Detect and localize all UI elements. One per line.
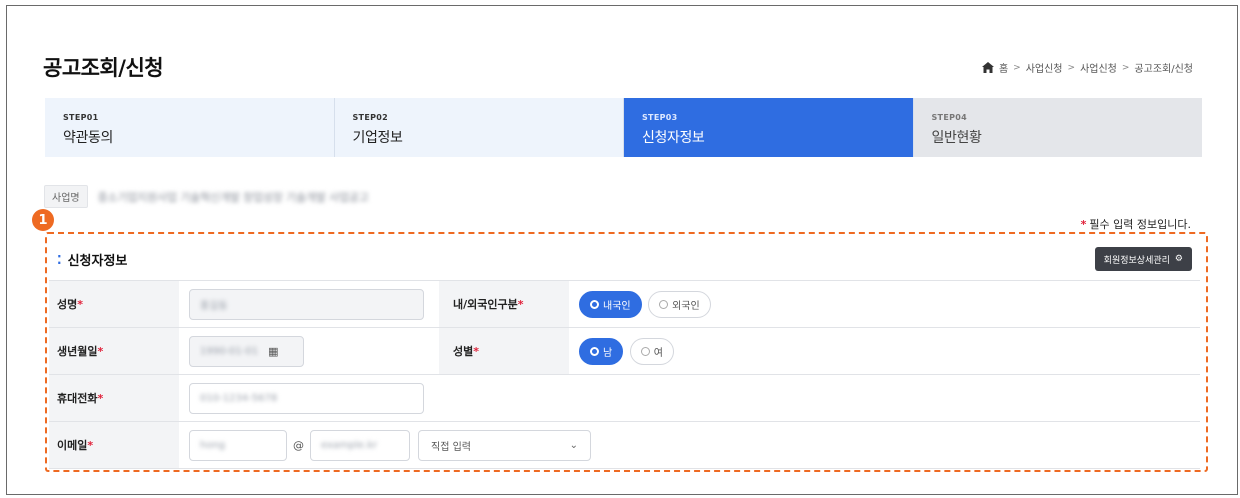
member-info-button[interactable]: 회원정보상세관리 ⚙ [1094, 247, 1192, 271]
required-star-icon: * [87, 439, 94, 452]
radio-dot-icon [640, 346, 650, 356]
name-field[interactable]: 홍길동 [189, 288, 424, 320]
required-star-icon: * [77, 298, 84, 311]
step-3-active: STEP03 신청자정보 [624, 98, 914, 157]
email-id-field[interactable]: hong [189, 429, 287, 461]
required-note-text: 필수 입력 정보입니다. [1089, 218, 1191, 231]
chevron-down-icon: ⌄ [569, 439, 578, 451]
step-label: 약관동의 [63, 130, 113, 146]
breadcrumb-separator: > [1121, 62, 1130, 73]
step-number: STEP02 [352, 113, 388, 122]
radio-domestic[interactable]: 내국인 [579, 290, 642, 318]
breadcrumb-current: 공고조회/신청 [1134, 64, 1193, 75]
radio-dot-icon [590, 346, 599, 356]
required-star-icon: * [1080, 218, 1087, 231]
nationality-cell: 내국인 외국인 [569, 280, 1200, 328]
form-row: 이메일* hong @ example.kr 직접 입력 ⌄ [49, 421, 1200, 469]
email-id-value: hong [200, 439, 226, 451]
name-label: 성명* [49, 280, 179, 328]
gear-icon: ⚙ [1174, 254, 1183, 264]
step-label: 일반현황 [931, 130, 982, 146]
radio-male[interactable]: 남 [579, 337, 624, 365]
name-cell: 홍길동 [179, 280, 439, 328]
step-number: STEP04 [931, 113, 967, 122]
phone-field[interactable]: 010-1234-5678 [189, 382, 424, 414]
section-bullet-icon: ⁚ [57, 252, 62, 267]
applicant-form-highlight: ⁚ 신청자정보 회원정보상세관리 ⚙ 성명* 홍길동 내/외국인구분* 내국인 … [45, 232, 1208, 472]
birth-label: 생년월일* [49, 327, 179, 375]
applicant-form-table: 성명* 홍길동 내/외국인구분* 내국인 외국인 생년월일* 1990-01-0… [49, 280, 1200, 469]
email-cell: hong @ example.kr 직접 입력 ⌄ [179, 421, 1200, 469]
required-note: * 필수 입력 정보입니다. [1081, 216, 1191, 232]
breadcrumb-home[interactable]: 홈 [999, 60, 1008, 75]
required-star-icon: * [97, 392, 104, 405]
window-frame: 공고조회/신청 홈 > 사업신청 > 사업신청 > 공고조회/신청 STEP01… [6, 5, 1238, 495]
name-value: 홍길동 [200, 300, 228, 312]
section-title: 신청자정보 [67, 254, 128, 269]
required-star-icon: * [473, 345, 480, 358]
step-label: 신청자정보 [642, 130, 705, 146]
business-tag: 사업명 [44, 185, 88, 208]
breadcrumb-separator: > [1067, 62, 1076, 73]
birth-value: 1990-01-01 [200, 345, 259, 357]
phone-label: 휴대전화* [49, 374, 179, 422]
form-row: 성명* 홍길동 내/외국인구분* 내국인 외국인 [49, 280, 1200, 328]
radio-female[interactable]: 여 [629, 337, 674, 365]
required-star-icon: * [517, 298, 524, 311]
radio-dot-icon [659, 299, 669, 309]
radio-dot-icon [590, 299, 599, 309]
radio-foreign[interactable]: 외국인 [648, 290, 711, 318]
phone-cell: 010-1234-5678 [179, 374, 439, 422]
step-4: STEP04 일반현황 [913, 98, 1202, 157]
breadcrumb-item[interactable]: 사업신청 [1080, 60, 1117, 75]
birth-cell: 1990-01-01 ▦ [179, 327, 439, 375]
email-label: 이메일* [49, 421, 179, 469]
section-header: ⁚ 신청자정보 [57, 250, 128, 270]
form-row: 휴대전화* 010-1234-5678 [49, 374, 1200, 422]
email-select-value: 직접 입력 [431, 441, 471, 453]
step-progress: STEP01 약관동의 STEP02 기업정보 STEP03 신청자정보 STE… [45, 98, 1202, 157]
step-number: STEP01 [63, 113, 99, 122]
business-name: 중소기업지원사업 기술혁신개발 창업성장 기술개발 사업공고 [97, 190, 369, 204]
required-star-icon: * [97, 345, 104, 358]
callout-badge: 1 [32, 209, 54, 231]
empty-cell [439, 374, 1200, 422]
phone-value: 010-1234-5678 [200, 392, 278, 404]
breadcrumb-item[interactable]: 사업신청 [1026, 60, 1063, 75]
email-domain-select[interactable]: 직접 입력 ⌄ [418, 429, 591, 461]
home-icon[interactable] [981, 62, 994, 73]
step-1: STEP01 약관동의 [45, 98, 335, 157]
nationality-label: 내/외국인구분* [439, 280, 569, 328]
page-title: 공고조회/신청 [43, 56, 164, 80]
email-domain-value: example.kr [321, 439, 378, 451]
step-2: STEP02 기업정보 [334, 98, 624, 157]
gender-label: 성별* [439, 327, 569, 375]
birth-field[interactable]: 1990-01-01 ▦ [189, 335, 304, 367]
gender-cell: 남 여 [569, 327, 1200, 375]
step-number: STEP03 [642, 113, 678, 122]
email-at: @ [293, 438, 304, 452]
breadcrumb-separator: > [1013, 62, 1021, 73]
step-label: 기업정보 [352, 130, 403, 146]
member-info-button-label: 회원정보상세관리 [1103, 255, 1170, 266]
business-row: 사업명 중소기업지원사업 기술혁신개발 창업성장 기술개발 사업공고 [44, 185, 369, 208]
form-row: 생년월일* 1990-01-01 ▦ 성별* 남 여 [49, 327, 1200, 375]
calendar-icon[interactable]: ▦ [268, 345, 278, 358]
breadcrumb: 홈 > 사업신청 > 사업신청 > 공고조회/신청 [981, 60, 1193, 75]
email-domain-field[interactable]: example.kr [310, 429, 410, 461]
